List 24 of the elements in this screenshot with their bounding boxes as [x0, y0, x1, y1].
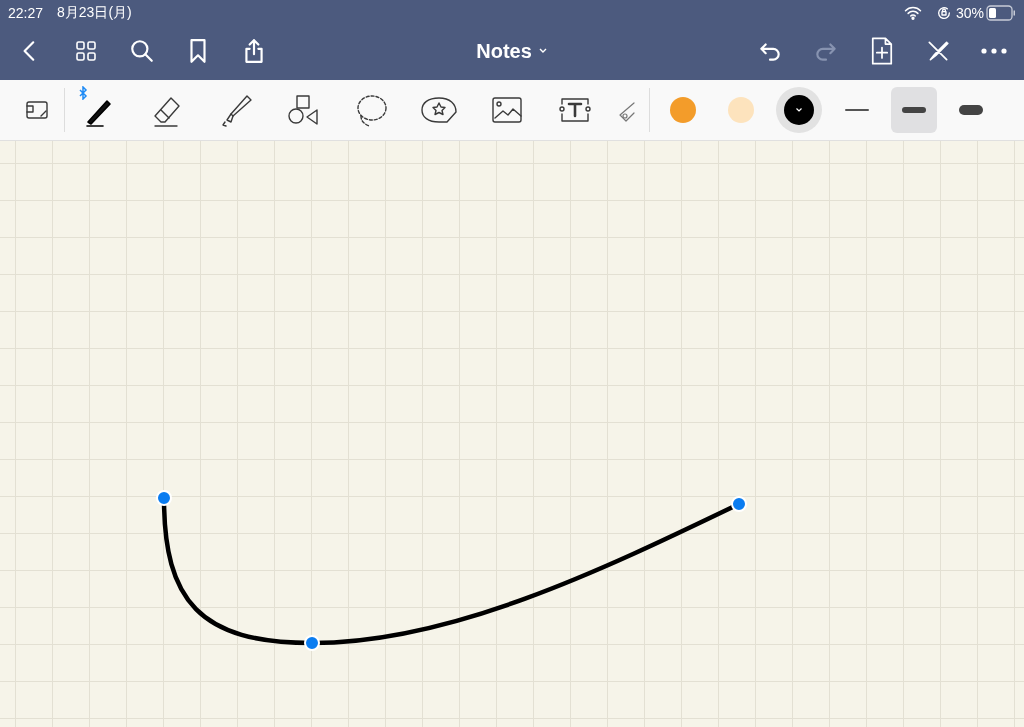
curve-handle[interactable]	[731, 496, 747, 512]
shapes-icon	[285, 92, 321, 128]
status-time: 22:27	[8, 5, 44, 21]
chevron-down-icon	[795, 107, 803, 113]
sticker-icon	[420, 94, 458, 126]
orientation-lock-icon	[935, 5, 952, 21]
image-icon	[491, 94, 523, 126]
battery-icon	[986, 5, 1016, 21]
curve-handle[interactable]	[156, 490, 172, 506]
status-date: 8月23日(月)	[57, 4, 132, 22]
stroke-width-icon	[901, 107, 926, 113]
wifi-icon	[903, 5, 922, 21]
grid-icon	[74, 39, 98, 63]
chevron-down-icon	[537, 47, 548, 55]
color-swatch[interactable]	[776, 87, 822, 133]
stroke-width-button[interactable]	[890, 87, 937, 133]
curve-handle[interactable]	[304, 635, 320, 651]
more-icon	[981, 48, 1007, 54]
stroke-width-icon	[958, 105, 983, 115]
battery-percent: 30%	[955, 5, 984, 21]
stroke-width-icon	[844, 109, 869, 111]
search-icon	[129, 38, 155, 64]
pen-crossed-icon	[925, 38, 951, 64]
notebook-title[interactable]: Notes	[472, 37, 552, 65]
